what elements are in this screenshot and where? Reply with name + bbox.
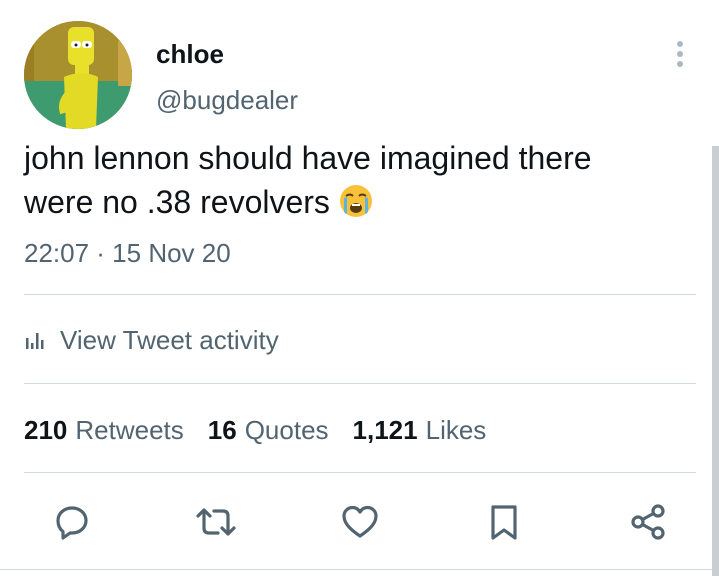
retweet-button[interactable]: [194, 500, 238, 544]
quotes-stat[interactable]: 16 Quotes: [208, 412, 329, 448]
quotes-label: Quotes: [244, 415, 329, 445]
more-vertical-icon: [677, 41, 683, 67]
bookmark-icon: [491, 505, 517, 540]
tweet-text-content: john lennon should have imagined there w…: [24, 140, 592, 220]
divider: [24, 383, 696, 384]
divider: [24, 472, 696, 473]
more-options-button[interactable]: [664, 36, 696, 72]
view-tweet-activity-label: View Tweet activity: [60, 324, 279, 355]
view-tweet-activity-link[interactable]: View Tweet activity: [24, 320, 279, 360]
heart-icon: [342, 505, 378, 538]
avatar[interactable]: [24, 21, 132, 129]
share-icon: [631, 504, 665, 540]
analytics-bars-icon: [26, 333, 44, 349]
tweet-text: john lennon should have imagined there w…: [24, 136, 684, 224]
bookmark-button[interactable]: [482, 500, 526, 544]
display-name[interactable]: chloe: [156, 38, 224, 70]
reply-button[interactable]: [50, 500, 94, 544]
retweets-label: Retweets: [75, 415, 184, 445]
loudly-crying-face-emoji-icon: [338, 183, 374, 219]
tweet-action-bar: [44, 500, 684, 544]
share-button[interactable]: [626, 500, 670, 544]
scrollbar[interactable]: [712, 146, 719, 576]
user-handle[interactable]: @bugdealer: [156, 84, 298, 116]
reply-bubble-icon: [56, 506, 88, 540]
likes-count: 1,121: [352, 415, 418, 445]
retweets-stat[interactable]: 210 Retweets: [24, 412, 184, 448]
retweets-count: 210: [24, 415, 68, 445]
bottom-divider: [0, 569, 712, 570]
likes-label: Likes: [425, 415, 487, 445]
retweet-icon: [196, 508, 236, 536]
quotes-count: 16: [207, 415, 237, 445]
like-button[interactable]: [338, 500, 382, 544]
tweet-timestamp[interactable]: 22:07 · 15 Nov 20: [24, 237, 231, 269]
cartoon-character-avatar: [24, 21, 132, 129]
engagement-stats: 210 Retweets 16 Quotes 1,121 Likes: [24, 412, 510, 448]
likes-stat[interactable]: 1,121 Likes: [353, 412, 487, 448]
divider: [24, 294, 696, 295]
